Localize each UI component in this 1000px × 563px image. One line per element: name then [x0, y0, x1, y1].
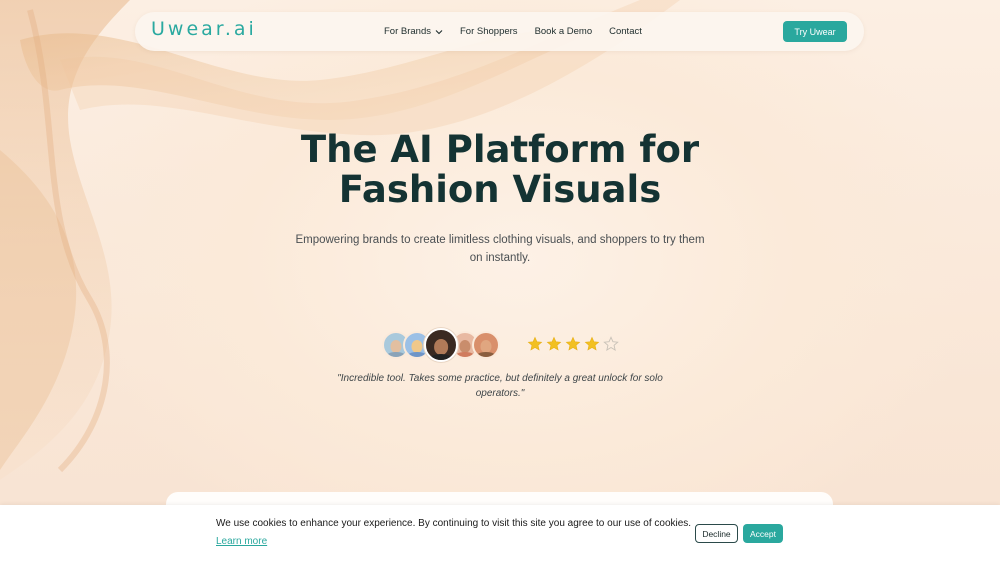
hero-title: The AI Platform for Fashion Visuals — [0, 130, 1000, 210]
learn-more-link[interactable]: Learn more — [216, 536, 267, 547]
nav-menu: For Brands For Shoppers Book a Demo Cont… — [384, 12, 659, 51]
top-navigation-bar: Uwear.ai For Brands For Shoppers Book a … — [135, 12, 864, 51]
nav-item-label: Contact — [609, 26, 642, 37]
accept-button[interactable]: Accept — [743, 524, 783, 543]
nav-item-book-demo[interactable]: Book a Demo — [535, 26, 593, 37]
cookie-banner: We use cookies to enhance your experienc… — [0, 505, 1000, 563]
star-filled-icon — [527, 336, 543, 351]
rating-stars — [527, 336, 619, 352]
hero-subtitle: Empowering brands to create limitless cl… — [295, 234, 705, 264]
silk-background-decoration — [0, 0, 680, 480]
testimonial-quote: "Incredible tool. Takes some practice, b… — [337, 373, 663, 399]
hero-title-line-2: Fashion Visuals — [338, 168, 662, 211]
nav-item-label: For Brands — [384, 26, 431, 37]
brand-logo[interactable]: Uwear.ai — [151, 18, 257, 40]
nav-item-contact[interactable]: Contact — [609, 26, 642, 37]
chevron-down-icon — [435, 29, 443, 34]
customer-avatars — [382, 328, 500, 362]
decline-button[interactable]: Decline — [695, 524, 738, 543]
star-filled-icon — [584, 336, 600, 351]
avatar — [472, 331, 500, 359]
cookie-message: We use cookies to enhance your experienc… — [216, 518, 692, 529]
nav-item-label: Book a Demo — [534, 26, 593, 37]
star-empty-icon — [603, 336, 619, 351]
star-filled-icon — [546, 336, 562, 351]
nav-item-for-shoppers[interactable]: For Shoppers — [460, 26, 518, 37]
avatar — [424, 328, 458, 362]
try-uwear-button[interactable]: Try Uwear — [783, 21, 847, 42]
nav-item-for-brands[interactable]: For Brands — [384, 26, 443, 37]
star-filled-icon — [565, 336, 581, 351]
hero-title-line-1: The AI Platform for — [300, 128, 700, 171]
nav-item-label: For Shoppers — [460, 26, 518, 37]
